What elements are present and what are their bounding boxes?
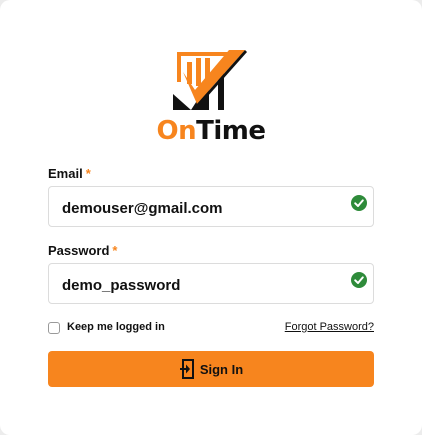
brand-name-time: Time xyxy=(196,116,266,146)
checkmark-chart-logo-icon xyxy=(173,50,247,110)
valid-check-icon xyxy=(351,272,367,288)
required-marker: * xyxy=(85,166,91,181)
password-value: demo_password xyxy=(62,277,181,294)
login-icon xyxy=(179,359,194,379)
brand-logo: OnTime xyxy=(0,44,422,145)
login-card: OnTime Email * demouser@gmail.com Passwor… xyxy=(0,0,422,435)
email-label: Email * xyxy=(48,166,91,181)
forgot-password-link[interactable]: Forgot Password? xyxy=(285,321,374,333)
remember-me-label[interactable]: Keep me logged in xyxy=(67,321,165,333)
brand-name: OnTime xyxy=(0,117,422,145)
password-field[interactable]: demo_password xyxy=(48,263,374,304)
brand-name-on: On xyxy=(156,116,197,146)
email-field[interactable]: demouser@gmail.com xyxy=(48,186,374,227)
remember-me-checkbox[interactable] xyxy=(48,322,60,334)
password-label-text: Password xyxy=(48,243,110,258)
sign-in-label: Sign In xyxy=(199,361,244,377)
valid-check-icon xyxy=(351,195,367,211)
email-value: demouser@gmail.com xyxy=(62,200,223,217)
required-marker: * xyxy=(112,243,118,258)
email-label-text: Email xyxy=(48,166,83,181)
password-label: Password * xyxy=(48,243,117,258)
sign-in-button[interactable]: Sign In xyxy=(48,351,374,387)
